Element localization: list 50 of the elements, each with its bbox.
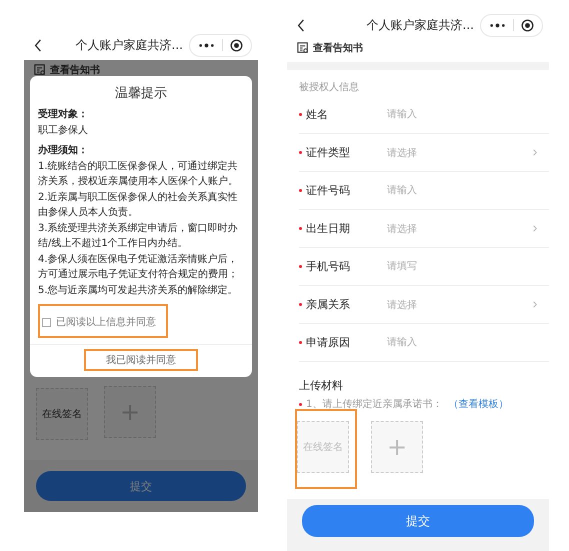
agree-label: 已阅读以上信息并同意 xyxy=(56,316,156,329)
input-field[interactable]: 请填写 xyxy=(387,261,549,272)
page-title: 个人账户家庭共济... xyxy=(74,36,184,54)
back-icon[interactable] xyxy=(297,18,305,32)
notice-paragraph: 职工参保人 xyxy=(38,124,89,138)
notice-link[interactable]: 查看告知书 xyxy=(313,41,363,55)
input-field[interactable]: 请输入 xyxy=(387,337,549,348)
notice-paragraph: 3.系统受理共济关系绑定申请后，窗口即时办结/线上不超过1个工作日内办结。 xyxy=(38,222,239,251)
signature-tile[interactable]: 在线签名 xyxy=(297,421,349,473)
close-target-icon[interactable] xyxy=(230,38,243,52)
page-title: 个人账户家庭共济... xyxy=(366,16,475,34)
field-label: 申请原因 xyxy=(306,335,351,350)
back-icon[interactable] xyxy=(34,38,42,52)
select-field[interactable]: 请选择 xyxy=(387,298,549,312)
section-heading: 办理须知： xyxy=(38,144,89,158)
dialog-title: 温馨提示 xyxy=(114,85,168,102)
notice-paragraph: 1.统账结合的职工医保参保人，可通过绑定共济关系，授权近亲属使用本人医保个人账户。 xyxy=(38,160,239,189)
input-field[interactable]: 请输入 xyxy=(387,185,549,196)
chevron-icon xyxy=(533,225,537,232)
field-label: 出生日期 xyxy=(306,221,351,236)
field-label: 手机号码 xyxy=(306,259,351,274)
submit-button[interactable]: 提交 xyxy=(36,471,246,501)
confirm-button[interactable]: 我已阅读并同意 xyxy=(84,349,198,371)
notice-paragraph: 5.您与近亲属均可发起共济关系的解除绑定。 xyxy=(38,284,239,298)
upload-instruction: 1、请上传绑定近亲属承诺书： xyxy=(306,398,442,411)
field-label: 证件号码 xyxy=(306,183,351,198)
section-heading: 受理对象： xyxy=(38,108,89,122)
close-target-icon[interactable] xyxy=(521,18,534,32)
notice-paragraph: 2.近亲属与职工医保参保人的社会关系真实性由参保人员本人负责。 xyxy=(38,190,239,220)
more-icon[interactable] xyxy=(198,42,215,48)
add-upload-tile[interactable]: + xyxy=(104,386,156,438)
chevron-icon xyxy=(533,301,537,308)
notice-link[interactable]: 查看告知书 xyxy=(50,63,100,77)
input-field[interactable]: 请输入 xyxy=(387,109,549,120)
template-link[interactable]: （查看模板） xyxy=(448,397,508,411)
submit-button[interactable]: 提交 xyxy=(302,505,534,537)
select-field[interactable]: 请选择 xyxy=(387,146,549,160)
agree-checkbox[interactable] xyxy=(42,318,51,326)
signature-tile[interactable]: 在线签名 xyxy=(36,388,88,440)
section-title: 被授权人信息 xyxy=(298,80,360,95)
field-label: 证件类型 xyxy=(306,145,351,160)
more-icon[interactable] xyxy=(489,22,506,28)
add-upload-tile[interactable]: + xyxy=(371,421,423,473)
chevron-icon xyxy=(533,149,537,156)
field-label: 亲属关系 xyxy=(306,297,351,312)
field-label: 姓名 xyxy=(306,107,329,122)
notice-paragraph: 4.参保人须在医保电子凭证激活亲情账户后，方可通过展示电子凭证支付符合规定的费用； xyxy=(38,252,239,282)
select-field[interactable]: 请选择 xyxy=(387,222,549,236)
section-title: 上传材料 xyxy=(298,378,344,394)
document-icon xyxy=(297,42,309,54)
